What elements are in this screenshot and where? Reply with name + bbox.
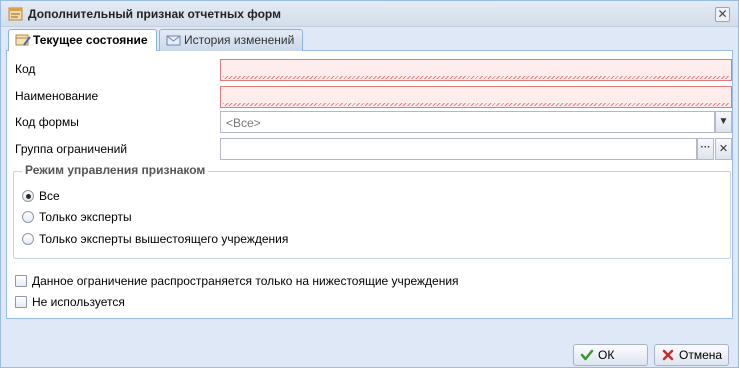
dialog-window: Дополнительный признак отчетных форм ✕ Т… bbox=[0, 0, 739, 368]
code-label: Код bbox=[15, 62, 36, 76]
chevron-down-icon[interactable]: ▼ bbox=[715, 111, 732, 133]
code-input[interactable] bbox=[220, 59, 732, 81]
mode-fieldset: Режим управления признаком Все Только эк… bbox=[13, 163, 731, 259]
cancel-label: Отмена bbox=[679, 348, 723, 362]
radio-button[interactable] bbox=[22, 190, 34, 202]
cancel-button[interactable]: Отмена bbox=[654, 344, 729, 366]
tab-strip: Текущее состояние История изменений bbox=[6, 28, 733, 52]
checkmark-icon bbox=[580, 349, 594, 361]
title-bar[interactable]: Дополнительный признак отчетных форм ✕ bbox=[1, 1, 738, 27]
group-input[interactable]: ··· ✕ bbox=[220, 138, 732, 160]
name-input[interactable] bbox=[220, 86, 732, 108]
checkbox-label: Данное ограничение распространяется толь… bbox=[32, 274, 459, 288]
ok-button[interactable]: ОК bbox=[573, 344, 648, 366]
radio-button[interactable] bbox=[22, 211, 34, 223]
browse-icon[interactable]: ··· bbox=[697, 138, 714, 160]
mode-legend: Режим управления признаком bbox=[22, 163, 209, 177]
tab-current-state[interactable]: Текущее состояние bbox=[8, 29, 157, 52]
name-label: Наименование bbox=[15, 89, 99, 103]
form-code-label: Код формы bbox=[15, 115, 79, 129]
clear-icon[interactable]: ✕ bbox=[715, 138, 732, 160]
group-label: Группа ограничений bbox=[15, 142, 128, 156]
form-code-combobox[interactable]: <Все> ▼ bbox=[220, 111, 732, 133]
window-title: Дополнительный признак отчетных форм bbox=[28, 7, 281, 21]
checkbox[interactable] bbox=[15, 275, 27, 287]
tab-change-history[interactable]: История изменений bbox=[159, 29, 304, 51]
cancel-x-icon bbox=[662, 349, 674, 361]
ok-label: ОК bbox=[598, 348, 615, 362]
tab-label: Текущее состояние bbox=[33, 33, 148, 47]
checkbox-label: Не используется bbox=[32, 295, 125, 309]
history-mail-icon bbox=[166, 35, 181, 46]
form-panel: Код Наименование Код формы <Все> ▼ Групп… bbox=[6, 51, 733, 319]
form-icon bbox=[8, 7, 23, 21]
tab-label: История изменений bbox=[184, 33, 295, 47]
checkbox[interactable] bbox=[15, 296, 27, 308]
radio-button[interactable] bbox=[22, 233, 34, 245]
table-pencil-icon bbox=[15, 34, 31, 46]
radio-label: Только эксперты bbox=[39, 210, 132, 224]
close-icon[interactable]: ✕ bbox=[715, 7, 730, 22]
radio-label: Все bbox=[39, 189, 60, 203]
form-code-value: <Все> bbox=[226, 116, 261, 130]
radio-label: Только эксперты вышестоящего учреждения bbox=[39, 232, 289, 246]
